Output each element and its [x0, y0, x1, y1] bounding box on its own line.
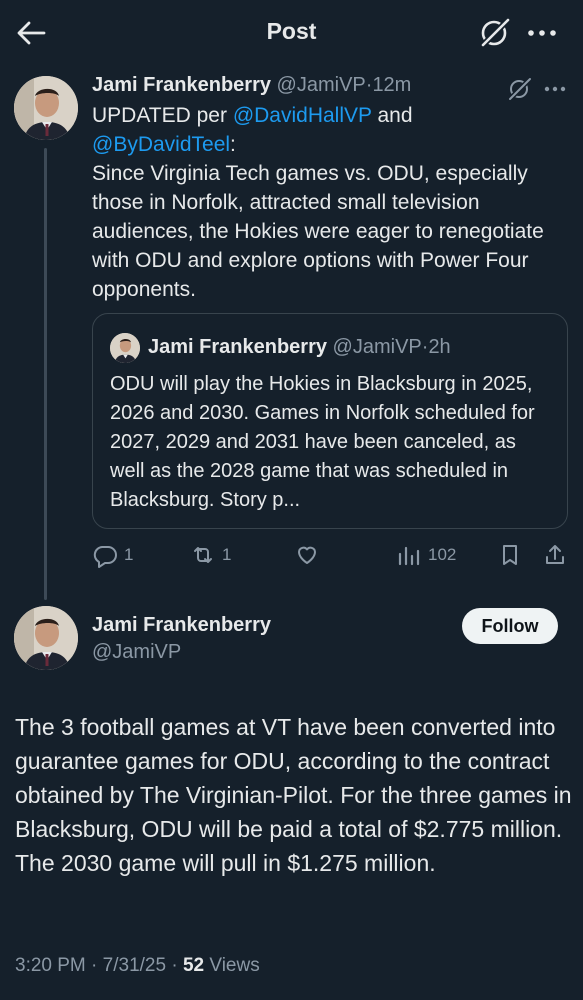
tweet-text-segment: and [371, 104, 413, 127]
tweet-text-segment: : [230, 133, 236, 156]
author-name: Jami Frankenberry [148, 336, 327, 358]
author-handle[interactable]: @JamiVP [92, 641, 181, 664]
top-bar: Post [0, 0, 583, 66]
separator-dot: · [171, 955, 178, 976]
heart-icon [298, 546, 316, 564]
tweet-text: The 3 football games at VT have been con… [15, 714, 572, 876]
tweet-header: Jami Frankenberry @JamiVP·12m [92, 74, 411, 97]
separator-dot: · [91, 955, 98, 976]
repost-count: 1 [222, 545, 232, 564]
reply-button[interactable]: 1 [92, 542, 133, 568]
tweet-text-segment: UPDATED per [92, 104, 233, 127]
quoted-tweet-text: ODU will play the Hokies in Blacksburg i… [110, 373, 535, 511]
tweet-date[interactable]: 7/31/25 [103, 955, 166, 976]
reply-icon [93, 546, 117, 568]
tweet-text: UPDATED per @DavidHallVP and @ByDavidTee… [92, 101, 572, 304]
avatar [110, 333, 140, 363]
author-name[interactable]: Jami Frankenberry [92, 74, 271, 96]
mention-link[interactable]: @ByDavidTeel [92, 133, 230, 156]
mention-link[interactable]: @DavidHallVP [233, 104, 372, 127]
quoted-tweet-header: Jami Frankenberry @JamiVP·2h [148, 336, 451, 359]
thread-connector-line [44, 148, 47, 600]
avatar[interactable] [14, 606, 78, 670]
repost-icon [194, 547, 212, 563]
views-count: 52 [182, 955, 205, 976]
tweet-time[interactable]: 3:20 PM [15, 955, 86, 976]
author-name[interactable]: Jami Frankenberry [92, 614, 271, 637]
analytics-icon [398, 546, 420, 566]
author-handle: @JamiVP [332, 336, 422, 358]
tweet-text-body: Since Virginia Tech games vs. ODU, espec… [92, 162, 544, 301]
author-handle[interactable]: @JamiVP [277, 74, 366, 96]
views-count: 102 [428, 545, 457, 564]
grok-icon[interactable] [507, 76, 533, 102]
reply-count: 1 [124, 545, 134, 564]
repost-button[interactable]: 1 [190, 542, 231, 568]
tweet-meta: 3:20 PM · 7/31/25 · 52 Views [15, 955, 260, 977]
tweet-time: 2h [428, 336, 451, 358]
views-button[interactable]: 102 [396, 542, 456, 568]
share-button[interactable] [542, 542, 568, 568]
more-horizontal-icon[interactable] [524, 18, 560, 48]
bookmark-button[interactable] [497, 542, 523, 568]
avatar[interactable] [14, 76, 78, 140]
tweet-time[interactable]: 12m [372, 74, 411, 96]
bookmark-icon [503, 545, 517, 565]
like-button[interactable] [294, 542, 326, 568]
grok-icon[interactable] [478, 16, 512, 50]
quoted-tweet-card[interactable]: Jami Frankenberry @JamiVP·2h ODU will pl… [92, 313, 568, 529]
more-horizontal-icon[interactable] [541, 76, 569, 102]
share-icon [546, 545, 564, 564]
follow-button[interactable]: Follow [462, 608, 558, 644]
views-label: Views [209, 955, 260, 976]
